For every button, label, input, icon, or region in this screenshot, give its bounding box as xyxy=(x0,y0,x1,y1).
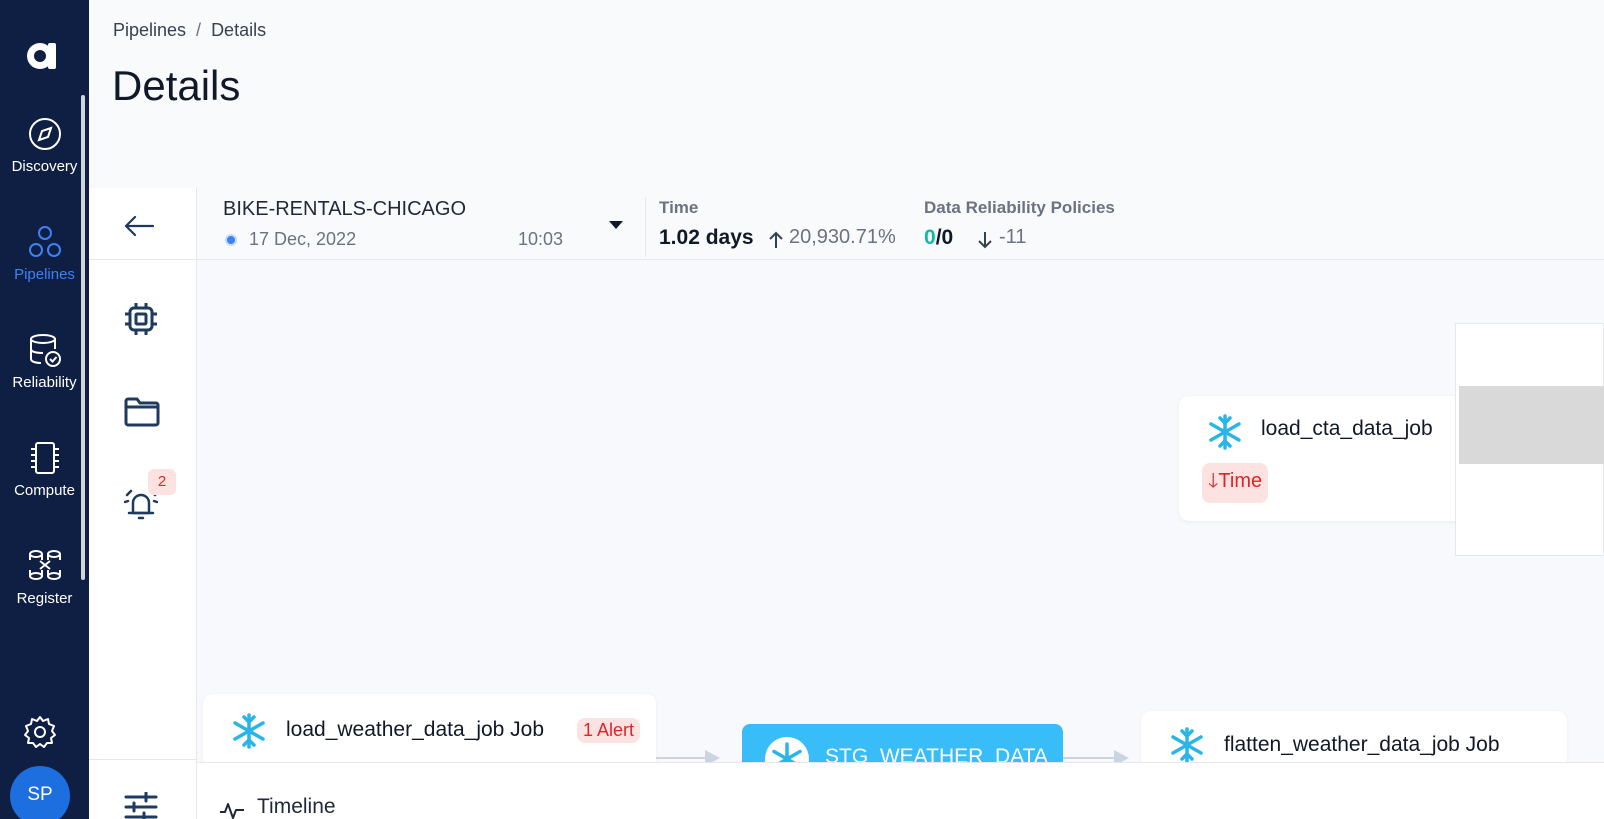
time-metric-value: 1.02 days xyxy=(659,226,754,249)
arrow-down-icon xyxy=(978,232,992,249)
time-alert-tag: 🡓Time xyxy=(1202,463,1269,503)
gear-icon xyxy=(24,716,56,748)
edge-arrowhead xyxy=(705,750,720,762)
time-metric-change: 20,930.71% xyxy=(789,226,896,248)
register-icon xyxy=(28,550,61,580)
run-status-dot xyxy=(225,234,237,246)
run-selector-caret-icon[interactable] xyxy=(609,221,623,229)
rail-divider xyxy=(89,759,197,760)
policies-passed: 0 xyxy=(924,226,936,249)
folder-tool-button[interactable] xyxy=(124,397,160,432)
nav-label-pipelines: Pipelines xyxy=(14,266,75,283)
nav-scrollbar[interactable] xyxy=(81,95,85,580)
timeline-label[interactable]: Timeline xyxy=(257,795,336,819)
nav-item-discovery[interactable]: Discovery xyxy=(0,116,89,175)
nav-label-reliability: Reliability xyxy=(12,374,77,391)
user-avatar[interactable]: SP xyxy=(10,766,70,819)
node-title: load_weather_data_job Job xyxy=(286,718,545,741)
node-title: STG_WEATHER_DATA xyxy=(825,745,1048,762)
cpu-icon xyxy=(125,303,157,335)
filter-settings-button[interactable] xyxy=(124,791,158,819)
compute-tool-button[interactable] xyxy=(124,302,158,341)
nav-item-reliability[interactable]: Reliability xyxy=(0,332,89,391)
snowflake-icon xyxy=(765,737,809,762)
activity-icon xyxy=(220,803,244,819)
arrow-left-icon xyxy=(124,215,155,237)
run-date: 17 Dec, 2022 xyxy=(249,229,357,249)
app-logo[interactable] xyxy=(22,34,62,74)
alert-count-badge: 2 xyxy=(148,469,176,495)
sliders-icon xyxy=(124,791,158,819)
edge-line xyxy=(1063,757,1115,759)
snowflake-icon xyxy=(1209,414,1241,450)
settings-button[interactable] xyxy=(22,714,58,755)
time-tag-label: Time xyxy=(1218,470,1263,492)
node-title: load_cta_data_job xyxy=(1261,417,1433,440)
graph-minimap[interactable] xyxy=(1455,323,1604,556)
info-divider xyxy=(645,197,646,257)
minimap-viewport[interactable] xyxy=(1459,386,1604,464)
node-flatten-weather-data-job[interactable]: flatten_weather_data_job Job xyxy=(1141,711,1567,762)
node-title: flatten_weather_data_job Job xyxy=(1224,733,1500,756)
pipeline-graph-canvas[interactable]: load_cta_data_job 🡓Time load_weather_dat… xyxy=(197,261,1604,762)
pipeline-name: BIKE-RENTALS-CHICAGO xyxy=(223,198,466,220)
arrow-up-icon xyxy=(769,231,783,248)
breadcrumb: Pipelines / Details xyxy=(113,20,266,41)
timeline-panel[interactable] xyxy=(197,762,1604,819)
folder-icon xyxy=(124,397,160,427)
policies-metric-change: -11 xyxy=(999,226,1027,248)
pipelines-icon xyxy=(28,226,61,257)
compass-icon xyxy=(28,118,61,150)
page-title: Details xyxy=(112,62,241,109)
main-nav: Discovery Pipelines Reliability Compute xyxy=(0,0,89,819)
time-metric-label: Time xyxy=(659,198,699,217)
policies-metric-value: 0/0 xyxy=(924,226,954,249)
back-button[interactable] xyxy=(123,214,155,243)
rail-divider xyxy=(89,259,197,260)
nav-label-compute: Compute xyxy=(14,482,75,499)
breadcrumb-details: Details xyxy=(211,20,267,40)
nav-item-pipelines[interactable]: Pipelines xyxy=(0,224,89,283)
edge-arrowhead xyxy=(1114,750,1129,762)
breadcrumb-separator: / xyxy=(196,20,202,40)
nav-label-register: Register xyxy=(16,590,73,607)
nav-item-compute[interactable]: Compute xyxy=(0,440,89,499)
nav-label-discovery: Discovery xyxy=(11,158,78,175)
policies-metric-label: Data Reliability Policies xyxy=(924,198,1115,217)
node-load-weather-data-job[interactable]: load_weather_data_job Job 1 Alert xyxy=(203,694,656,762)
chip-icon xyxy=(30,442,59,474)
node-stg-weather-data[interactable]: STG_WEATHER_DATA xyxy=(742,724,1063,762)
edge-line xyxy=(656,757,706,759)
database-check-icon xyxy=(29,334,61,367)
breadcrumb-pipelines[interactable]: Pipelines xyxy=(113,20,186,40)
snowflake-icon xyxy=(1171,727,1203,762)
policies-total: 0 xyxy=(941,226,954,249)
run-time: 10:03 xyxy=(518,229,564,249)
arrow-down-icon: 🡓 xyxy=(1208,470,1219,492)
snowflake-icon xyxy=(233,713,265,749)
alert-count-tag: 1 Alert xyxy=(577,718,641,743)
nav-item-register[interactable]: Register xyxy=(0,548,89,607)
